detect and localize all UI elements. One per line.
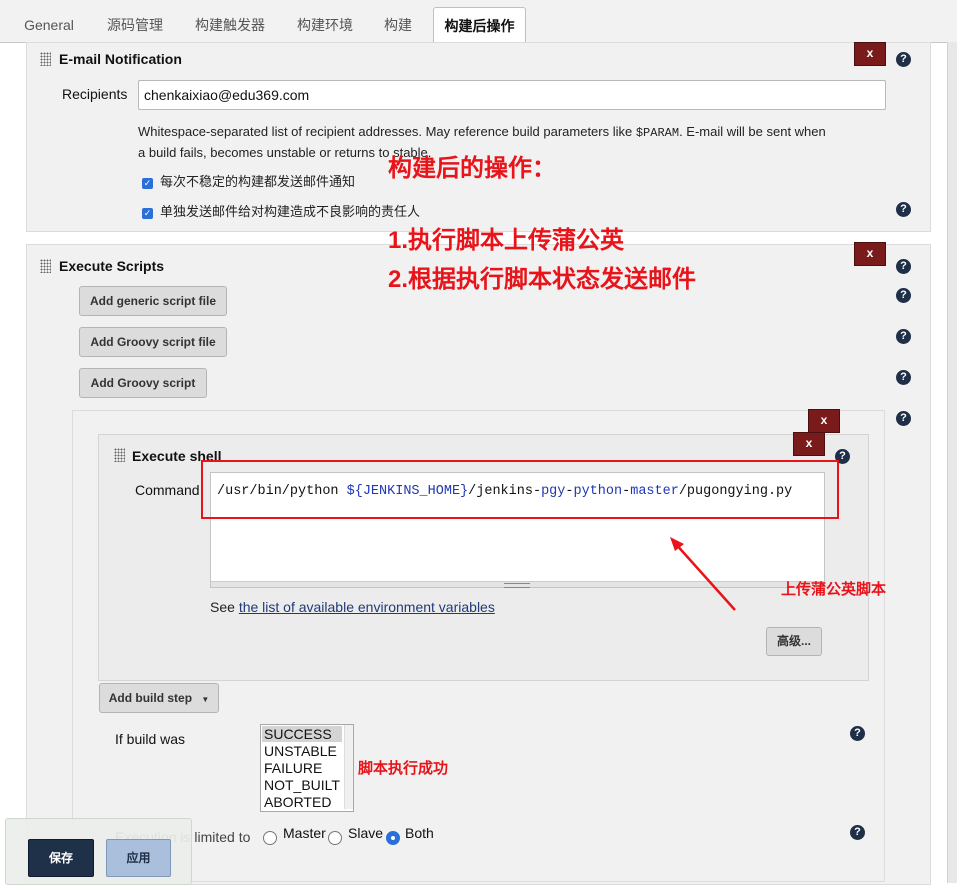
tab-build[interactable]: 构建: [374, 10, 422, 40]
apply-button[interactable]: 应用: [106, 839, 171, 877]
help-icon[interactable]: ?: [896, 288, 911, 303]
annotation-upload-script: 上传蒲公英脚本: [781, 581, 887, 598]
resize-grip-icon[interactable]: [504, 583, 530, 588]
checkbox-send-to-culprits[interactable]: ✓: [142, 208, 153, 219]
help-icon[interactable]: ?: [896, 202, 911, 217]
recipients-label: Recipients: [62, 86, 128, 102]
add-groovy-file-button[interactable]: Add Groovy script file: [79, 327, 227, 357]
help-text-part: Whitespace-separated list of recipient a…: [138, 124, 636, 139]
checkbox-unstable-label: 每次不稳定的构建都发送邮件通知: [160, 174, 356, 189]
highlight-box: [201, 460, 839, 519]
listbox-scrollbar[interactable]: [344, 725, 353, 809]
annotation-heading: 构建后的操作：: [388, 155, 556, 182]
delete-scripts-button[interactable]: x: [854, 242, 886, 266]
env-vars-link[interactable]: the list of available environment variab…: [239, 599, 495, 615]
env-vars-note: See the list of available environment va…: [210, 599, 495, 615]
radio-both[interactable]: [386, 831, 400, 845]
checkbox-unstable-notify[interactable]: ✓: [142, 178, 153, 189]
save-button[interactable]: 保存: [28, 839, 94, 877]
radio-master-label: Master: [283, 825, 326, 841]
execute-scripts-title: Execute Scripts: [59, 258, 165, 274]
annotation-step1: 1.执行脚本上传蒲公英: [388, 227, 625, 254]
annotation-arrow-icon: [670, 537, 736, 611]
tab-general[interactable]: General: [12, 10, 86, 40]
add-groovy-script-button[interactable]: Add Groovy script: [79, 368, 207, 398]
scrollbar[interactable]: [947, 42, 957, 883]
status-option-unstable[interactable]: UNSTABLE: [264, 743, 337, 760]
build-status-listbox[interactable]: SUCCESS UNSTABLE FAILURE NOT_BUILT ABORT…: [260, 724, 354, 812]
delete-build-steps-button[interactable]: x: [808, 409, 840, 433]
drag-handle-icon[interactable]: [40, 259, 51, 273]
status-option-success[interactable]: SUCCESS: [264, 726, 332, 743]
help-icon[interactable]: ?: [896, 52, 911, 67]
add-build-step-label: Add build step: [108, 691, 193, 705]
drag-handle-icon[interactable]: [114, 448, 125, 462]
radio-slave-label: Slave: [348, 825, 384, 841]
annotation-script-success: 脚本执行成功: [358, 760, 449, 777]
status-option-aborted[interactable]: ABORTED: [264, 794, 331, 811]
help-icon[interactable]: ?: [896, 411, 911, 426]
drag-handle-icon[interactable]: [40, 52, 51, 66]
advanced-button[interactable]: 高级...: [766, 627, 822, 656]
radio-slave[interactable]: [328, 831, 342, 845]
tab-source-control[interactable]: 源码管理: [96, 10, 174, 40]
tab-build-triggers[interactable]: 构建触发器: [184, 10, 276, 40]
recipients-value: chenkaixiao@edu369.com: [144, 87, 310, 103]
status-option-not-built[interactable]: NOT_BUILT: [264, 777, 340, 794]
tab-build-environment[interactable]: 构建环境: [286, 10, 364, 40]
status-option-failure[interactable]: FAILURE: [264, 760, 322, 777]
param-code: $PARAM: [635, 126, 680, 140]
help-icon[interactable]: ?: [896, 370, 911, 385]
tab-post-build-actions[interactable]: 构建后操作: [433, 7, 526, 44]
add-generic-script-button[interactable]: Add generic script file: [79, 286, 227, 316]
recipients-input[interactable]: chenkaixiao@edu369.com: [138, 80, 886, 110]
help-icon[interactable]: ?: [850, 825, 865, 840]
help-text-part: . E-mail will be sent when: [679, 124, 826, 139]
help-icon[interactable]: ?: [896, 329, 911, 344]
radio-master[interactable]: [263, 831, 277, 845]
delete-email-button[interactable]: x: [854, 42, 886, 66]
annotation-step2: 2.根据执行脚本状态发送邮件: [388, 266, 697, 293]
see-text: See: [210, 599, 239, 615]
radio-both-label: Both: [405, 825, 434, 841]
chevron-down-icon: ▼: [201, 695, 210, 704]
tab-bar: General 源码管理 构建触发器 构建环境 构建 构建后操作: [0, 0, 957, 44]
checkbox-culprits-label: 单独发送邮件给对构建造成不良影响的责任人: [160, 204, 421, 219]
help-icon[interactable]: ?: [850, 726, 865, 741]
add-build-step-button[interactable]: Add build step ▼: [99, 683, 219, 713]
email-section-title: E-mail Notification: [59, 51, 182, 67]
command-label: Command: [135, 482, 200, 498]
delete-shell-button[interactable]: x: [793, 432, 825, 456]
if-build-was-label: If build was: [115, 731, 186, 747]
help-icon[interactable]: ?: [896, 259, 911, 274]
